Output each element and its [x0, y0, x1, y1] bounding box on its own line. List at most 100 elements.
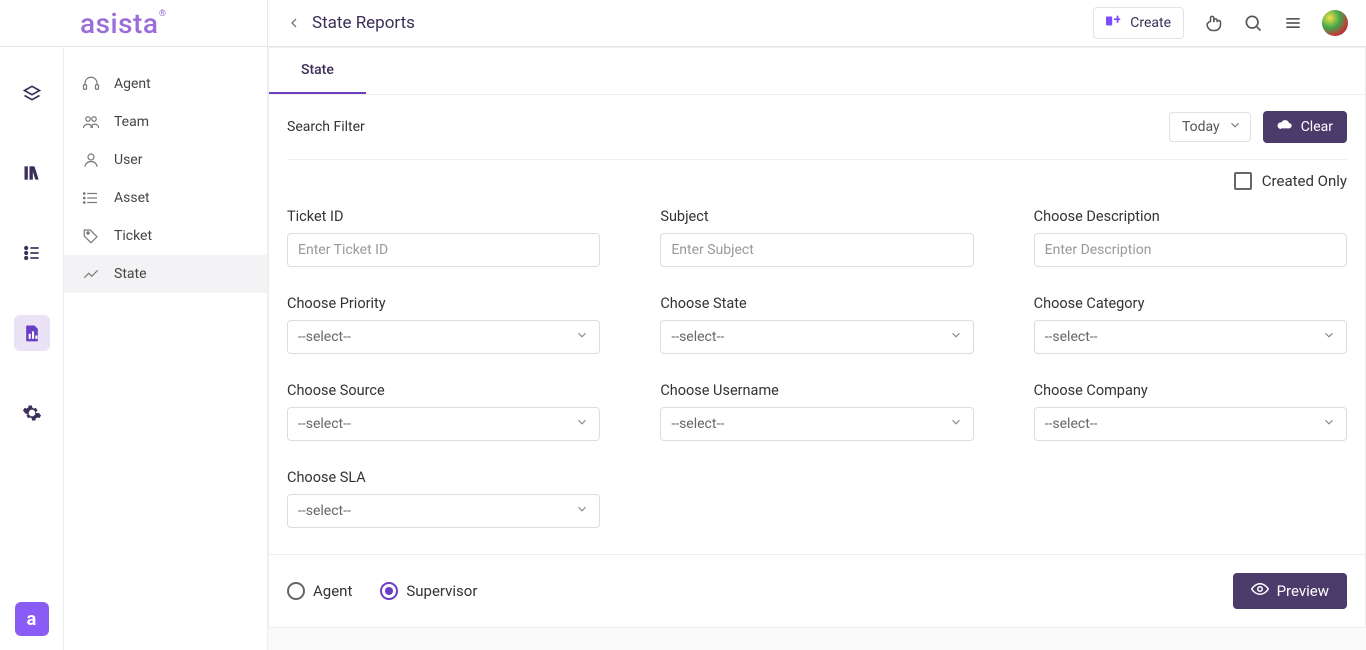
field-source: Choose Source --select-- — [287, 382, 600, 441]
clear-label: Clear — [1301, 119, 1333, 135]
tab-state[interactable]: State — [269, 48, 366, 94]
filter-header: Search Filter Today — [287, 95, 1347, 160]
panel-footer: Agent Supervisor Preview — [269, 554, 1365, 627]
checkbox-box-icon — [1234, 172, 1252, 190]
list-icon — [82, 189, 102, 207]
chevron-down-icon — [1228, 118, 1242, 136]
username-select[interactable]: --select-- — [660, 407, 973, 441]
back-arrow-icon[interactable] — [286, 15, 302, 31]
user-icon — [82, 151, 102, 169]
rail-item-reports[interactable] — [14, 315, 50, 351]
chevron-down-icon — [575, 328, 589, 346]
page-title-container: State Reports — [268, 13, 1093, 33]
ticket-id-label: Ticket ID — [287, 208, 600, 225]
chart-line-icon — [82, 265, 102, 283]
sidebar-item-label: Asset — [114, 190, 150, 206]
field-subject: Subject — [660, 208, 973, 267]
clear-button[interactable]: Clear — [1263, 111, 1347, 143]
sidebar-item-label: Team — [114, 114, 149, 130]
description-label: Choose Description — [1034, 208, 1347, 225]
create-label: Create — [1130, 15, 1171, 31]
rail-item-settings[interactable] — [14, 395, 50, 431]
source-label: Choose Source — [287, 382, 600, 399]
field-ticket-id: Ticket ID — [287, 208, 600, 267]
main-content: State Search Filter Today — [268, 47, 1366, 650]
avatar[interactable] — [1322, 10, 1348, 36]
cloud-icon — [1277, 118, 1293, 136]
chevron-down-icon — [949, 415, 963, 433]
field-sla: Choose SLA --select-- — [287, 469, 600, 528]
chevron-down-icon — [575, 415, 589, 433]
created-only-label: Created Only — [1262, 172, 1347, 190]
menu-icon[interactable] — [1282, 12, 1304, 34]
create-button[interactable]: Create — [1093, 7, 1184, 39]
radio-circle-icon — [380, 582, 398, 600]
chevron-down-icon — [1322, 328, 1336, 346]
sidebar-item-label: Agent — [114, 76, 151, 92]
rail-item-list[interactable] — [14, 235, 50, 271]
sidebar-item-agent[interactable]: Agent — [64, 65, 267, 103]
radio-circle-icon — [287, 582, 305, 600]
company-label: Choose Company — [1034, 382, 1347, 399]
brand-badge[interactable]: a — [15, 602, 49, 636]
subject-label: Subject — [660, 208, 973, 225]
radio-agent[interactable]: Agent — [287, 582, 352, 600]
field-company: Choose Company --select-- — [1034, 382, 1347, 441]
report-sidebar: Agent Team User Asset — [64, 47, 268, 650]
rail-item-ticket[interactable] — [14, 75, 50, 111]
topbar: asista® State Reports Create — [0, 0, 1366, 47]
search-icon[interactable] — [1242, 12, 1264, 34]
eye-icon — [1251, 582, 1269, 600]
topbar-actions: Create — [1093, 7, 1348, 39]
sidebar-item-ticket[interactable]: Ticket — [64, 217, 267, 255]
date-range-select[interactable]: Today — [1169, 112, 1251, 142]
created-only-checkbox[interactable]: Created Only — [1234, 172, 1347, 190]
category-label: Choose Category — [1034, 295, 1347, 312]
preview-label: Preview — [1277, 582, 1329, 600]
filter-title: Search Filter — [287, 119, 365, 135]
description-input[interactable] — [1034, 233, 1347, 267]
rail-item-library[interactable] — [14, 155, 50, 191]
sidebar-item-user[interactable]: User — [64, 141, 267, 179]
priority-select[interactable]: --select-- — [287, 320, 600, 354]
tag-icon — [82, 227, 102, 245]
radio-supervisor[interactable]: Supervisor — [380, 582, 477, 600]
category-select[interactable]: --select-- — [1034, 320, 1347, 354]
chevron-down-icon — [1322, 415, 1336, 433]
sidebar-item-state[interactable]: State — [64, 255, 267, 293]
field-state: Choose State --select-- — [660, 295, 973, 354]
chevron-down-icon — [949, 328, 963, 346]
company-select[interactable]: --select-- — [1034, 407, 1347, 441]
sla-select[interactable]: --select-- — [287, 494, 600, 528]
create-icon — [1106, 14, 1122, 32]
radio-agent-label: Agent — [313, 582, 352, 600]
tabs: State — [269, 48, 1365, 95]
nav-rail: a — [0, 47, 64, 650]
radio-supervisor-label: Supervisor — [406, 582, 477, 600]
date-range-value: Today — [1182, 119, 1220, 135]
logo-container: asista® — [0, 0, 268, 46]
touch-icon[interactable] — [1202, 12, 1224, 34]
field-priority: Choose Priority --select-- — [287, 295, 600, 354]
headset-icon — [82, 75, 102, 93]
field-description: Choose Description — [1034, 208, 1347, 267]
sidebar-item-label: User — [114, 152, 142, 168]
sidebar-item-asset[interactable]: Asset — [64, 179, 267, 217]
team-icon — [82, 113, 102, 131]
subject-input[interactable] — [660, 233, 973, 267]
username-label: Choose Username — [660, 382, 973, 399]
sidebar-item-team[interactable]: Team — [64, 103, 267, 141]
app-logo[interactable]: asista® — [80, 7, 158, 40]
field-username: Choose Username --select-- — [660, 382, 973, 441]
preview-button[interactable]: Preview — [1233, 573, 1347, 609]
state-select[interactable]: --select-- — [660, 320, 973, 354]
priority-label: Choose Priority — [287, 295, 600, 312]
source-select[interactable]: --select-- — [287, 407, 600, 441]
page-title: State Reports — [312, 13, 415, 33]
field-category: Choose Category --select-- — [1034, 295, 1347, 354]
ticket-id-input[interactable] — [287, 233, 600, 267]
sidebar-item-label: Ticket — [114, 228, 152, 244]
chevron-down-icon — [575, 502, 589, 520]
state-label: Choose State — [660, 295, 973, 312]
sla-label: Choose SLA — [287, 469, 600, 486]
